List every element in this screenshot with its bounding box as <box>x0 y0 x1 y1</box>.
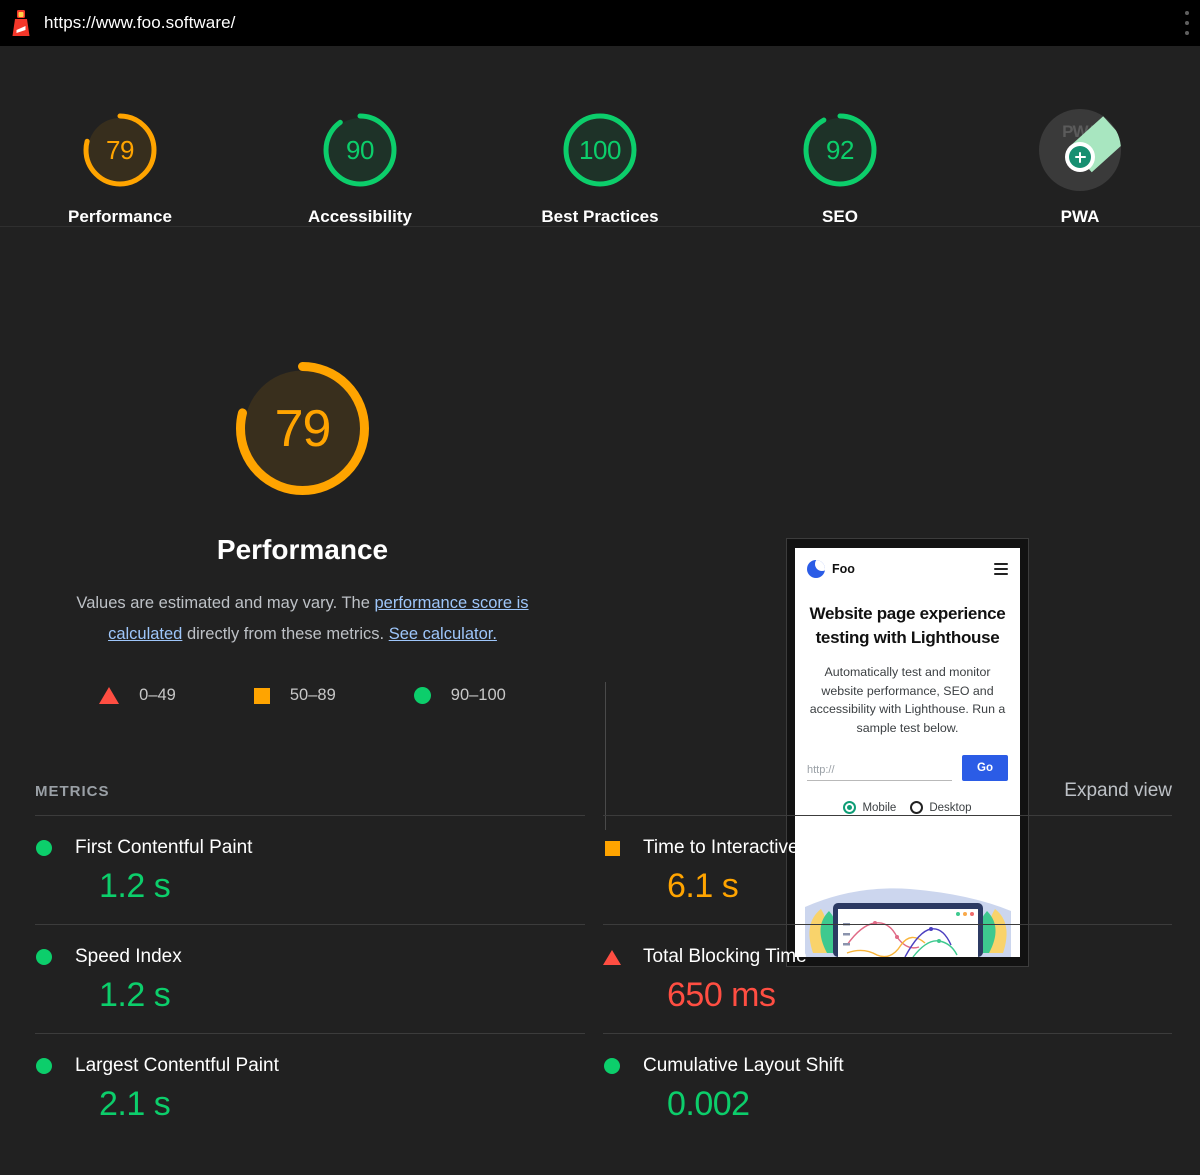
legend-item-pass: 90–100 <box>414 686 506 705</box>
metrics-column-left: First Contentful Paint 1.2 s Speed Index… <box>0 815 600 1142</box>
score-label: PWA <box>1061 207 1100 227</box>
circle-icon <box>35 1058 53 1074</box>
legend-range: 50–89 <box>290 686 336 705</box>
performance-score-value: 79 <box>229 355 376 502</box>
metrics-section: METRICS Expand view First Contentful Pai… <box>0 780 1200 1142</box>
metrics-columns: First Contentful Paint 1.2 s Speed Index… <box>0 815 1200 1142</box>
thumbnail-url-input: http:// <box>807 764 952 781</box>
performance-gauge: 79 <box>229 355 376 502</box>
metric-value: 6.1 s <box>667 867 1172 906</box>
see-calculator-link[interactable]: See calculator. <box>389 625 497 643</box>
gauge-ring-accessibility: 90 <box>319 109 401 191</box>
circle-icon <box>414 687 431 704</box>
metric-value: 1.2 s <box>99 867 585 906</box>
expand-view-button[interactable]: Expand view <box>1064 780 1172 802</box>
score-value: 100 <box>559 109 641 191</box>
foo-logo-icon <box>807 560 825 578</box>
triangle-icon <box>99 687 119 704</box>
score-gauge-accessibility[interactable]: 90 Accessibility <box>240 109 480 227</box>
legend-item-average: 50–89 <box>254 686 336 705</box>
description-part-2: directly from these metrics. <box>182 625 388 643</box>
score-gauge-performance[interactable]: 79 Performance <box>0 109 240 227</box>
category-hero: 79 Performance Values are estimated and … <box>0 227 1200 767</box>
metrics-header: METRICS Expand view <box>0 780 1200 802</box>
circle-icon <box>35 840 53 856</box>
score-legend: 0–49 50–89 90–100 <box>99 686 506 705</box>
score-gauge-pwa[interactable]: PWA PWA <box>960 109 1200 227</box>
gauge-ring-performance: 79 <box>79 109 161 191</box>
metric-name: Cumulative Layout Shift <box>643 1055 844 1077</box>
metrics-column-right: Time to Interactive 6.1 s Total Blocking… <box>600 815 1200 1142</box>
pwa-badge-icon: PWA <box>1039 109 1121 191</box>
score-value: 79 <box>79 109 161 191</box>
url-text[interactable]: https://www.foo.software/ <box>44 13 235 33</box>
kebab-menu-icon[interactable] <box>1184 11 1189 35</box>
lighthouse-icon <box>8 8 34 38</box>
metric-value: 0.002 <box>667 1085 1172 1124</box>
description-part-1: Values are estimated and may vary. The <box>76 594 374 612</box>
metric-row[interactable]: Total Blocking Time 650 ms <box>603 924 1172 1033</box>
performance-summary: 79 Performance Values are estimated and … <box>0 227 605 705</box>
circle-icon <box>603 1058 621 1074</box>
metrics-title: METRICS <box>35 783 110 800</box>
metric-name: Speed Index <box>75 946 182 968</box>
metric-value: 1.2 s <box>99 976 585 1015</box>
metric-name: Largest Contentful Paint <box>75 1055 279 1077</box>
performance-description: Values are estimated and may vary. The p… <box>38 588 568 650</box>
metric-row[interactable]: Time to Interactive 6.1 s <box>603 815 1172 924</box>
metric-name: Total Blocking Time <box>643 946 807 968</box>
metric-name: Time to Interactive <box>643 837 799 859</box>
square-icon <box>603 841 621 856</box>
score-label: Performance <box>68 207 172 227</box>
page-title: Performance <box>217 534 388 566</box>
legend-range: 0–49 <box>139 686 176 705</box>
legend-range: 90–100 <box>451 686 506 705</box>
legend-item-fail: 0–49 <box>99 686 176 705</box>
metric-row[interactable]: First Contentful Paint 1.2 s <box>35 815 585 924</box>
hamburger-icon <box>994 563 1008 575</box>
category-score-strip: 79 Performance 90 Accessibility 100 Best… <box>0 46 1200 227</box>
thumbnail-heading: Website page experience testing with Lig… <box>805 602 1010 650</box>
score-label: Best Practices <box>541 207 658 227</box>
gauge-ring-seo: 92 <box>799 109 881 191</box>
square-icon <box>254 688 270 704</box>
circle-icon <box>35 949 53 965</box>
triangle-icon <box>603 950 621 965</box>
browser-url-bar: https://www.foo.software/ <box>0 0 1200 46</box>
pwa-plus-icon <box>1065 142 1095 172</box>
metric-name: First Contentful Paint <box>75 837 252 859</box>
metric-row[interactable]: Largest Contentful Paint 2.1 s <box>35 1033 585 1142</box>
score-value: 92 <box>799 109 881 191</box>
score-gauge-best-practices[interactable]: 100 Best Practices <box>480 109 720 227</box>
gauge-ring-best-practices: 100 <box>559 109 641 191</box>
metric-value: 650 ms <box>667 976 1172 1015</box>
thumbnail-paragraph: Automatically test and monitor website p… <box>807 663 1008 737</box>
score-value: 90 <box>319 109 401 191</box>
score-gauge-seo[interactable]: 92 SEO <box>720 109 960 227</box>
metric-row[interactable]: Cumulative Layout Shift 0.002 <box>603 1033 1172 1142</box>
thumbnail-header: Foo <box>795 548 1020 578</box>
thumbnail-go-button: Go <box>962 755 1008 781</box>
metric-value: 2.1 s <box>99 1085 585 1124</box>
metric-row[interactable]: Speed Index 1.2 s <box>35 924 585 1033</box>
score-label: SEO <box>822 207 858 227</box>
thumbnail-brand: Foo <box>832 562 855 576</box>
thumbnail-url-form: http:// Go <box>807 755 1008 781</box>
score-label: Accessibility <box>308 207 412 227</box>
